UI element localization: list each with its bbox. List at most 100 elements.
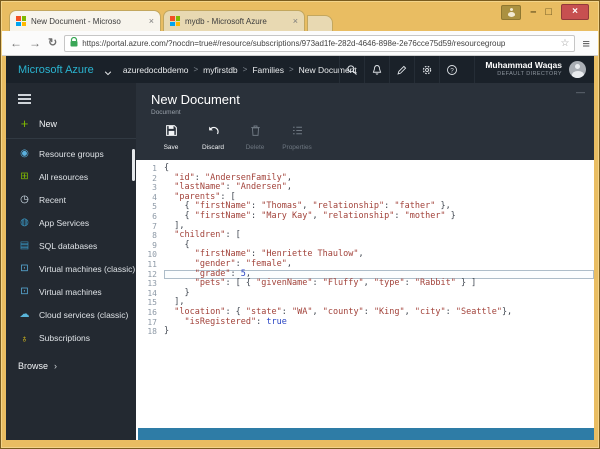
sql-databases-icon: ▤ [18, 241, 31, 251]
window-close-button[interactable]: × [561, 4, 589, 20]
sidebar-item-label: Resource groups [39, 149, 104, 159]
vm-classic-icon: ⊡ [18, 264, 31, 274]
recent-icon: ◷ [18, 195, 31, 205]
plus-icon: + [18, 119, 31, 129]
discard-button[interactable]: Discard [193, 124, 233, 151]
browser-profile-button[interactable] [501, 5, 521, 20]
sidebar-item-virtual-machines[interactable]: ⊡Virtual machines [6, 280, 136, 303]
url-text: https://portal.azure.com/?nocdn=true#/re… [82, 39, 556, 48]
editor-line: 18} [140, 327, 594, 337]
save-button[interactable]: Save [151, 124, 191, 151]
breadcrumb-item[interactable]: Families [252, 65, 284, 75]
sidebar-item-new[interactable]: + New [6, 112, 136, 138]
sidebar-item-browse[interactable]: Browse › [6, 349, 136, 383]
account-block[interactable]: Muhammad Waqas DEFAULT DIRECTORY [474, 56, 562, 83]
browser-menu-icon[interactable]: ≡ [582, 36, 590, 51]
address-bar[interactable]: https://portal.azure.com/?nocdn=true#/re… [64, 35, 575, 52]
properties-button: Properties [277, 124, 317, 151]
notifications-icon[interactable] [364, 56, 389, 83]
line-number: 17 [140, 318, 164, 328]
tab-title: mydb - Microsoft Azure [185, 17, 288, 26]
app-services-icon: ◍ [18, 218, 31, 228]
line-number: 14 [140, 289, 164, 299]
edit-icon[interactable] [389, 56, 414, 83]
page-title: New Document [151, 92, 594, 107]
horizontal-scrollbar[interactable] [138, 428, 594, 440]
line-number: 7 [140, 222, 164, 232]
user-icon [507, 8, 516, 17]
sidebar-item-virtual-machines-classic-[interactable]: ⊡ Virtual machines (classic) [6, 257, 136, 280]
toolbar-button-label: Save [164, 144, 179, 151]
tab-close-icon[interactable]: × [149, 16, 154, 26]
sidebar-item-sql-databases[interactable]: ▤ SQL databases [6, 234, 136, 257]
window-maximize-button[interactable]: □ [545, 5, 552, 20]
line-number: 8 [140, 231, 164, 241]
json-document-editor[interactable]: 1{2 "id": "AndersenFamily",3 "lastName":… [136, 160, 594, 428]
svg-text:?: ? [451, 67, 455, 74]
line-number: 1 [140, 164, 164, 174]
bookmark-star-icon[interactable]: ☆ [560, 38, 569, 49]
sidebar-item-label: Virtual machines (classic) [39, 264, 135, 274]
forward-icon[interactable]: → [29, 37, 41, 49]
sidebar-item-label: Recent [39, 195, 66, 205]
delete-icon [249, 124, 262, 142]
line-number: 6 [140, 212, 164, 222]
settings-icon[interactable] [414, 56, 439, 83]
search-icon[interactable] [339, 56, 364, 83]
avatar[interactable] [569, 61, 586, 78]
save-icon [165, 124, 178, 142]
breadcrumb-separator: > [194, 65, 199, 74]
line-number: 10 [140, 250, 164, 260]
breadcrumb-item[interactable]: myfirstdb [203, 65, 237, 75]
tab-close-icon[interactable]: × [293, 16, 298, 26]
back-icon[interactable]: ← [10, 37, 22, 49]
line-code: "pets": [ { "givenName": "Fluffy", "type… [164, 279, 594, 289]
breadcrumb-separator: > [243, 65, 248, 74]
sidebar-item-cloud-services-classic-[interactable]: ☁Cloud services (classic) [6, 303, 136, 326]
breadcrumb-item[interactable]: azuredocdbdemo [123, 65, 189, 75]
line-number: 2 [140, 174, 164, 184]
line-code: { "firstName": "Mary Kay", "relationship… [164, 212, 594, 222]
toolbar-button-label: Discard [202, 144, 224, 151]
hamburger-menu-icon[interactable] [6, 88, 136, 112]
sidebar-item-subscriptions[interactable]: ♀Subscriptions [6, 326, 136, 349]
properties-icon [291, 124, 304, 142]
window-minimize-button[interactable]: – [530, 5, 536, 20]
sidebar-item-resource-groups[interactable]: ◉Resource groups [6, 142, 136, 165]
sidebar: + New ◉Resource groups⊞All resources ◷ Rec… [6, 83, 136, 440]
sidebar-item-label: All resources [39, 172, 88, 182]
azure-logo[interactable]: Microsoft Azure [18, 64, 94, 76]
line-number: 18 [140, 327, 164, 337]
user-name: Muhammad Waqas [485, 61, 562, 71]
sidebar-divider [6, 138, 136, 139]
line-code: "children": [ [164, 231, 594, 241]
new-tab-button[interactable] [307, 15, 333, 31]
line-number: 5 [140, 202, 164, 212]
editor-line: 14 } [140, 289, 594, 299]
editor-line: 13 "pets": [ { "givenName": "Fluffy", "t… [140, 279, 594, 289]
sidebar-item-label: App Services [39, 218, 89, 228]
blade: New Document Document — SaveDiscardDelet… [136, 83, 594, 440]
editor-line: 6 { "firstName": "Mary Kay", "relationsh… [140, 212, 594, 222]
sidebar-item-app-services[interactable]: ◍ App Services [6, 211, 136, 234]
sidebar-item-label: SQL databases [39, 241, 97, 251]
browser-tab[interactable]: mydb - Microsoft Azure × [163, 10, 305, 31]
sidebar-item-all-resources[interactable]: ⊞All resources [6, 165, 136, 188]
line-number: 16 [140, 308, 164, 318]
chevron-down-icon[interactable] [103, 65, 113, 75]
azure-portal: Microsoft Azure azuredocdbdemo > myfirstdb… [6, 56, 594, 440]
cloud-icon: ☁ [18, 310, 31, 320]
reload-icon[interactable]: ↻ [48, 38, 57, 49]
sidebar-item-recent[interactable]: ◷ Recent [6, 188, 136, 211]
toolbar-button-label: Delete [246, 144, 265, 151]
blade-minimize-icon[interactable]: — [576, 87, 585, 97]
user-directory: DEFAULT DIRECTORY [485, 71, 562, 77]
browser-tab[interactable]: New Document - Microso× [9, 10, 161, 31]
help-icon[interactable]: ? [439, 56, 464, 83]
editor-line: 17 "isRegistered": true [140, 318, 594, 328]
sidebar-scrollbar[interactable] [132, 149, 135, 181]
line-number: 15 [140, 298, 164, 308]
command-bar: Save Discard Delete Properties [151, 124, 594, 151]
line-number: 4 [140, 193, 164, 203]
line-number: 12 [140, 270, 164, 280]
